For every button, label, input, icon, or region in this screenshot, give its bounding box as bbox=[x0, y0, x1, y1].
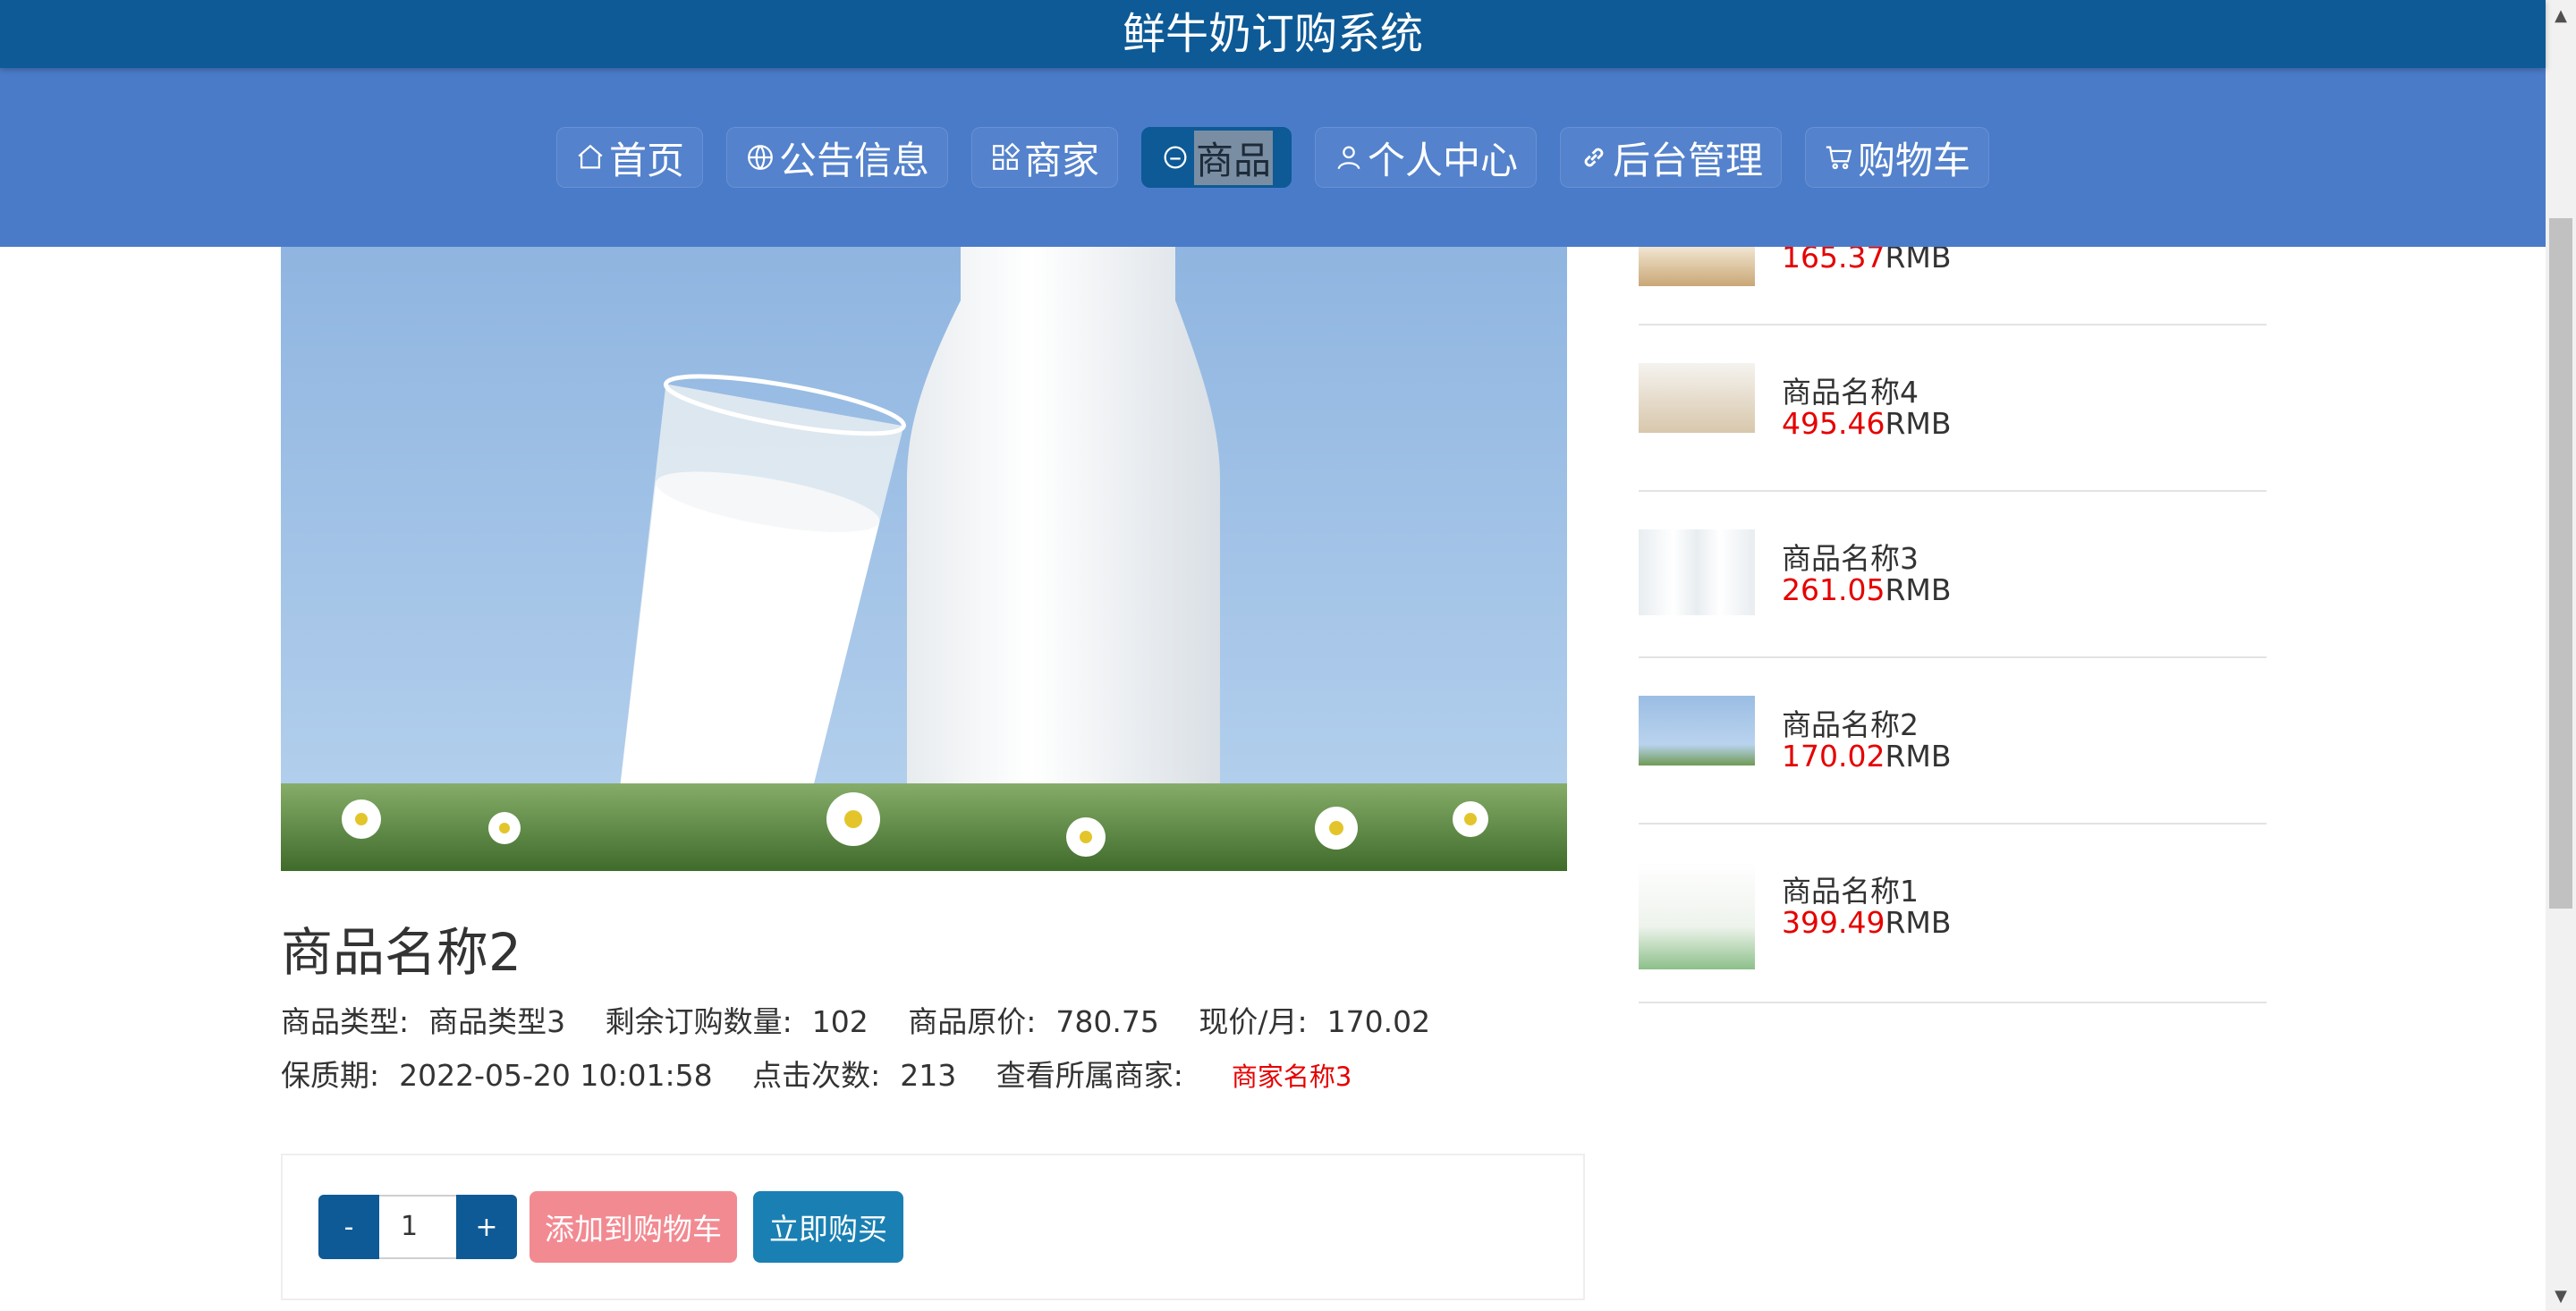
cur-price-value: 170.02 bbox=[1326, 1004, 1431, 1039]
stock-value: 102 bbox=[811, 1004, 869, 1039]
product-thumbnail[interactable] bbox=[1639, 862, 1755, 969]
add-to-cart-button[interactable]: 添加到购物车 bbox=[530, 1191, 737, 1263]
nav-item-home[interactable]: 首页 bbox=[555, 127, 703, 188]
nav-item-label: 购物车 bbox=[1858, 138, 1971, 182]
shelf-life-value: 2022-05-20 10:01:58 bbox=[399, 1058, 713, 1093]
product-price: 495.46RMB bbox=[1782, 406, 1952, 441]
orig-price-label: 商品原价: bbox=[908, 1004, 1037, 1039]
product-image bbox=[281, 247, 1567, 871]
stock-label: 剩余订购数量: bbox=[605, 1004, 792, 1039]
list-item[interactable]: 商品名称1 399.49RMB bbox=[1639, 825, 2267, 1003]
merchant-link[interactable]: 商家名称3 bbox=[1232, 1061, 1352, 1092]
globe-icon bbox=[748, 145, 773, 170]
product-price: 170.02RMB bbox=[1782, 739, 1952, 774]
list-item[interactable]: 商品名称2 170.02RMB bbox=[1639, 658, 2267, 825]
clicks-value: 213 bbox=[900, 1058, 957, 1093]
nav-item-merchants[interactable]: 商家 bbox=[970, 127, 1118, 188]
nav-item-products[interactable]: 商品 bbox=[1140, 127, 1292, 188]
cart-icon bbox=[1826, 146, 1852, 170]
quantity-decrease-button[interactable]: - bbox=[318, 1195, 379, 1259]
purchase-panel: - 1 + 添加到购物车 立即购买 bbox=[281, 1154, 1585, 1300]
shelf-life-label: 保质期: bbox=[281, 1058, 380, 1093]
product-thumbnail[interactable] bbox=[1639, 529, 1755, 615]
product-info-row-1: 商品类型: 商品类型3 剩余订购数量: 102 商品原价: 780.75 现价/月: 1… bbox=[281, 998, 1461, 1041]
nav-item-admin[interactable]: 后台管理 bbox=[1560, 127, 1783, 188]
product-thumbnail[interactable] bbox=[1639, 245, 1755, 286]
merchant-label: 查看所属商家: bbox=[996, 1058, 1183, 1093]
user-icon bbox=[1337, 146, 1360, 170]
list-item[interactable]: 商品名称4 495.46RMB bbox=[1639, 326, 2267, 492]
product-price: 261.05RMB bbox=[1782, 572, 1952, 607]
quantity-increase-button[interactable]: + bbox=[456, 1195, 517, 1259]
type-label: 商品类型: bbox=[281, 1004, 410, 1039]
home-icon bbox=[578, 144, 603, 169]
product-info-row-2: 保质期: 2022-05-20 10:01:58 点击次数: 213 查看所属商家:… bbox=[281, 1052, 1352, 1095]
grid-icon bbox=[993, 142, 1021, 170]
product-price: 399.49RMB bbox=[1782, 905, 1952, 940]
product-name[interactable]: 商品名称4 bbox=[1782, 368, 1919, 411]
clicks-label: 点击次数: bbox=[752, 1058, 881, 1093]
list-item[interactable]: 165.37RMB bbox=[1639, 240, 2267, 326]
product-name[interactable]: 商品名称1 bbox=[1782, 867, 1919, 910]
product-thumbnail[interactable] bbox=[1639, 696, 1755, 765]
nav-item-label: 商品 bbox=[1193, 130, 1273, 185]
buy-now-button[interactable]: 立即购买 bbox=[753, 1191, 903, 1263]
nav-item-label: 首页 bbox=[608, 138, 684, 182]
nav-item-label: 个人中心 bbox=[1368, 138, 1519, 182]
scroll-down-arrow-icon[interactable]: ▼ bbox=[2546, 1281, 2576, 1311]
scroll-up-arrow-icon[interactable]: ▲ bbox=[2546, 0, 2576, 30]
nav-item-label: 公告信息 bbox=[778, 138, 929, 182]
vertical-scrollbar[interactable]: ▲ ▼ bbox=[2546, 0, 2576, 1311]
nav-item-profile[interactable]: 个人中心 bbox=[1315, 127, 1538, 188]
quantity-input[interactable]: 1 bbox=[379, 1195, 456, 1259]
list-item[interactable]: 商品名称3 261.05RMB bbox=[1639, 492, 2267, 658]
site-title: 鲜牛奶订购系统 bbox=[0, 0, 2546, 68]
type-value: 商品类型3 bbox=[428, 1004, 566, 1039]
main-nav: 首页 公告信息 商家 商品 个人中心 后台管理 购物车 bbox=[0, 68, 2546, 247]
nav-item-label: 后台管理 bbox=[1613, 138, 1764, 182]
orig-price-value: 780.75 bbox=[1055, 1004, 1159, 1039]
nav-item-label: 商家 bbox=[1023, 138, 1099, 182]
circle-icon bbox=[1164, 146, 1187, 169]
link-icon bbox=[1584, 148, 1604, 167]
product-name[interactable]: 商品名称2 bbox=[1782, 701, 1919, 744]
nav-item-notices[interactable]: 公告信息 bbox=[725, 127, 948, 188]
nav-item-cart[interactable]: 购物车 bbox=[1805, 127, 1990, 188]
product-name[interactable]: 商品名称3 bbox=[1782, 535, 1919, 578]
cur-price-label: 现价/月: bbox=[1199, 1004, 1308, 1039]
scrollbar-thumb[interactable] bbox=[2549, 218, 2572, 909]
product-thumbnail[interactable] bbox=[1639, 363, 1755, 433]
related-products: 165.37RMB 商品名称4 495.46RMB 商品名称3 261.05RM… bbox=[1639, 240, 2267, 1003]
product-title: 商品名称2 bbox=[281, 922, 521, 983]
